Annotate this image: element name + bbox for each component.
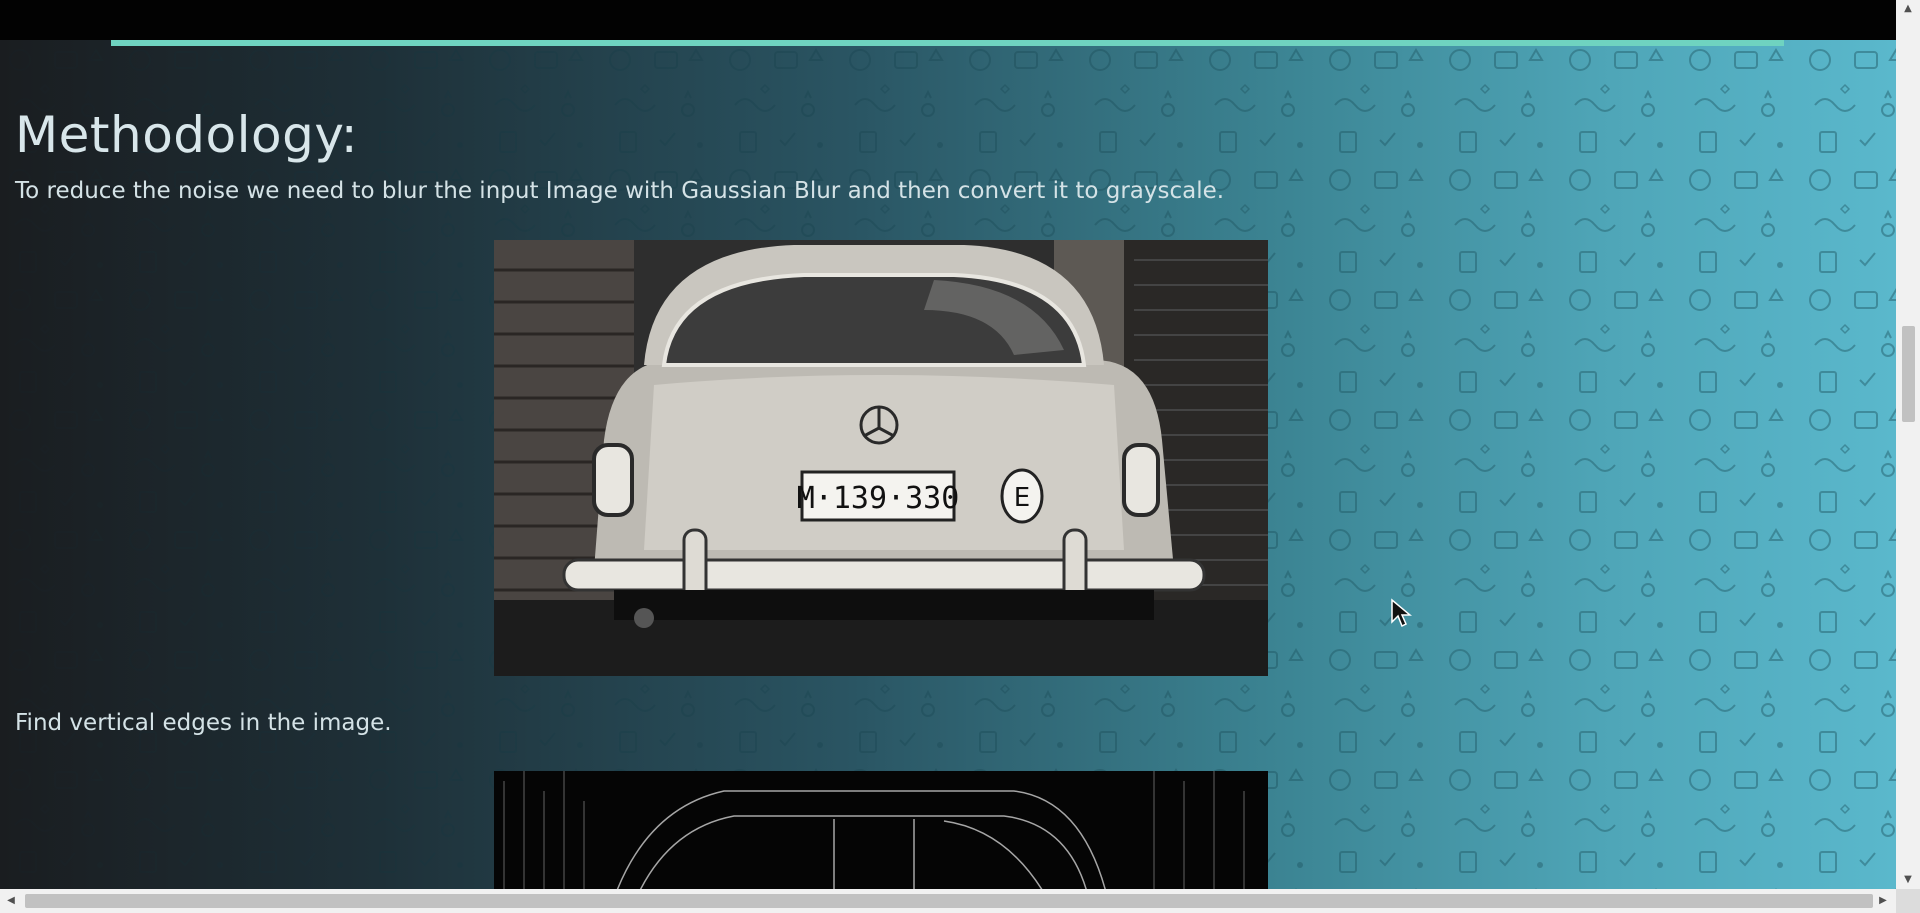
horizontal-scrollbar[interactable]: ◀ ▶ bbox=[0, 889, 1920, 913]
browser-viewport: Methodology: To reduce the noise we need… bbox=[0, 0, 1920, 913]
methodology-paragraph-blur: To reduce the noise we need to blur the … bbox=[15, 178, 1225, 204]
vertical-scrollbar-thumb[interactable] bbox=[1902, 326, 1915, 422]
horizontal-scrollbar-thumb[interactable] bbox=[25, 894, 1873, 908]
scrollbar-corner bbox=[1896, 889, 1920, 913]
scroll-left-arrow-icon[interactable]: ◀ bbox=[0, 889, 22, 913]
scroll-right-arrow-icon[interactable]: ▶ bbox=[1872, 889, 1894, 913]
country-badge-text: E bbox=[1014, 483, 1030, 513]
top-navigation-bar bbox=[0, 0, 1896, 40]
grayscale-car-image: M·139·330 E bbox=[494, 240, 1268, 676]
main-content: Methodology: To reduce the noise we need… bbox=[0, 40, 1896, 889]
vertical-edges-image bbox=[494, 771, 1268, 889]
accent-divider-line bbox=[111, 40, 1784, 46]
scroll-down-arrow-icon[interactable]: ▼ bbox=[1896, 871, 1920, 889]
section-heading: Methodology: bbox=[15, 106, 359, 164]
page-background: Methodology: To reduce the noise we need… bbox=[0, 40, 1896, 889]
license-plate-text: M·139·330 bbox=[797, 481, 960, 516]
mouse-pointer-icon bbox=[1391, 598, 1412, 628]
vertical-scrollbar[interactable]: ▲ ▼ bbox=[1896, 0, 1920, 889]
methodology-paragraph-edges: Find vertical edges in the image. bbox=[15, 710, 392, 736]
scroll-up-arrow-icon[interactable]: ▲ bbox=[1896, 0, 1920, 18]
